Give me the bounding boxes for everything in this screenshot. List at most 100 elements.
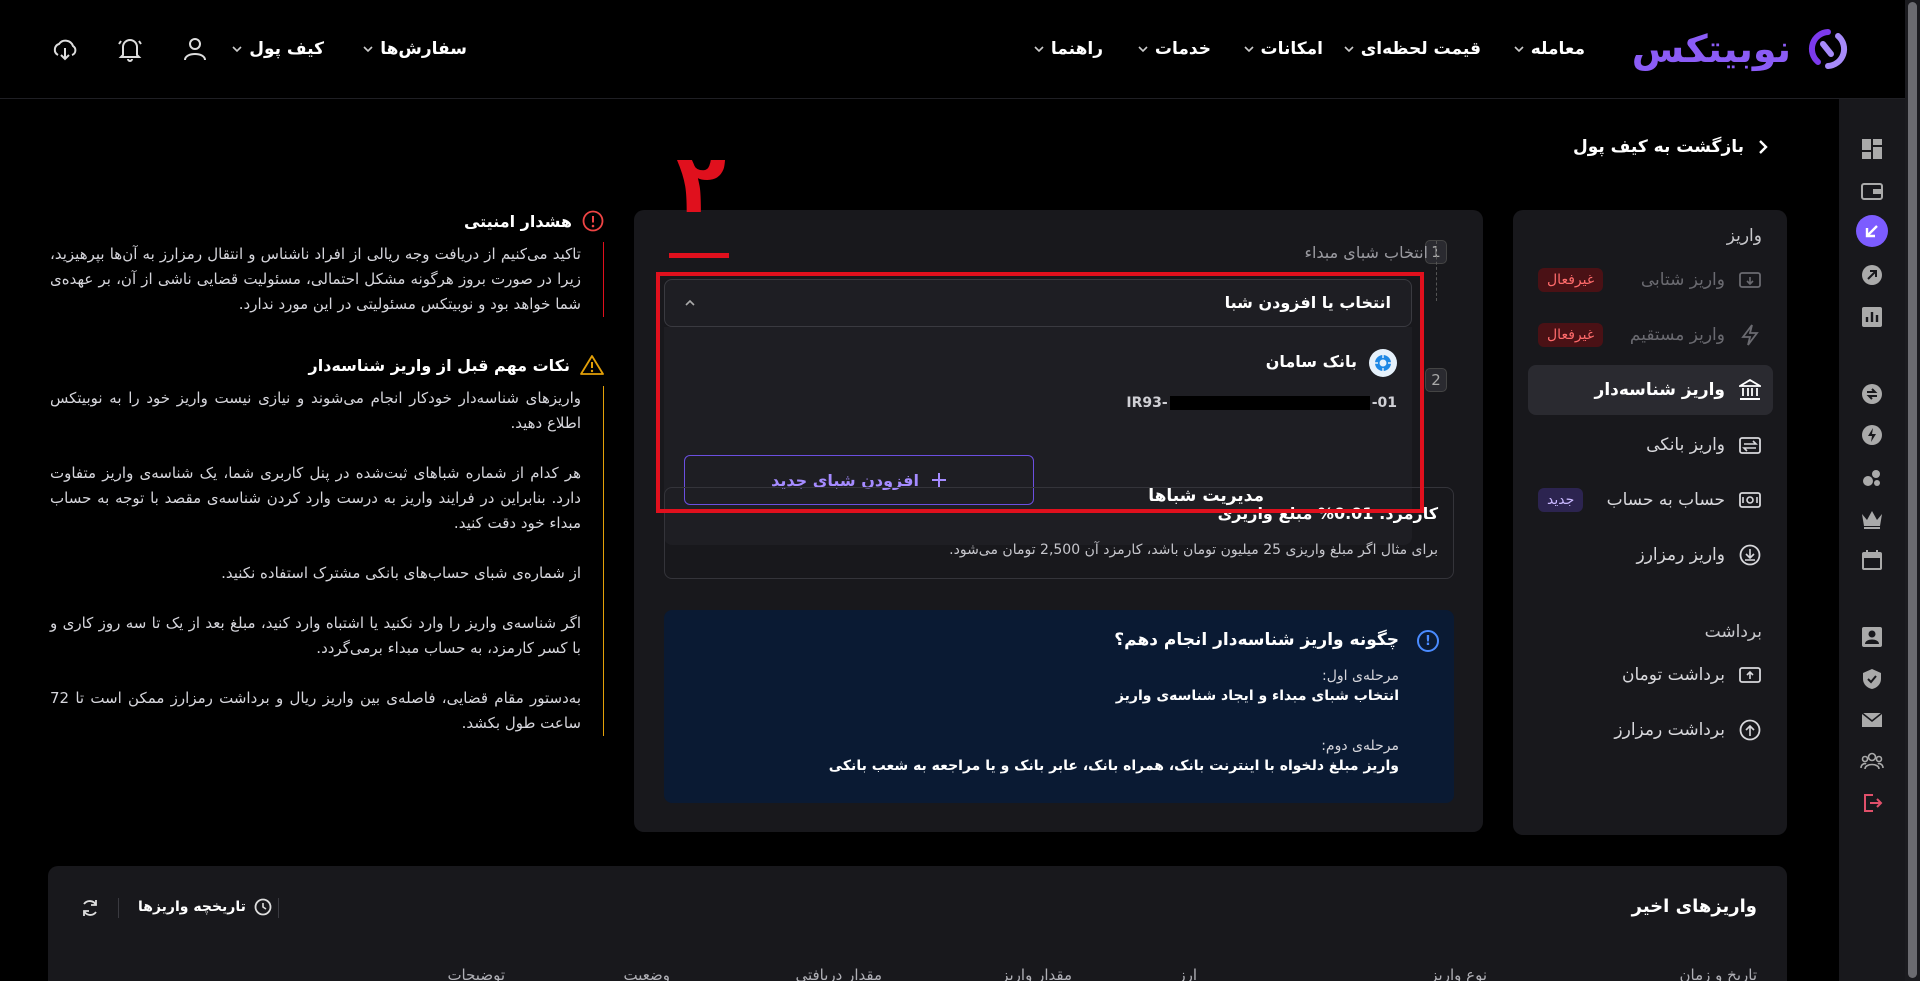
step-label: مرحله‌ی اول: [1322,668,1399,684]
step-label: مرحله‌ی دوم: [1321,738,1399,754]
warning-triangle-icon [580,355,604,375]
recent-deposits-panel: واریزهای اخیر تاریخچه واریزها تاریخ و زم… [48,866,1787,981]
logout-icon[interactable] [1857,788,1887,818]
logo-text: نوبیتکس [1631,27,1792,71]
how-step-2: مرحله‌ی دوم: واریز مبلغ دلخواه با اینترن… [829,738,1399,774]
step-title: انتخاب شبای مبداء [1304,243,1428,262]
coins-icon[interactable] [1857,462,1887,492]
fee-description: برای مثال اگر مبلغ واریزی 25 میلیون توما… [949,542,1438,558]
column-header-datetime: تاریخ و زمان [1679,966,1758,981]
back-label: بازگشت به کیف پول [1572,137,1744,157]
disabled-badge: غیرفعال [1538,268,1604,292]
menu-item-toman-withdraw[interactable]: برداشت تومان [1528,650,1773,700]
nav-label: قیمت لحظه‌ای [1360,39,1481,59]
menu-item-instant-deposit[interactable]: واریز شتابی غیرفعال [1528,255,1773,305]
lightning-icon [1737,322,1763,348]
chevron-down-icon [232,46,242,53]
nav-wallet[interactable]: کیف پول [231,36,324,62]
column-header-status: وضعیت [623,966,670,981]
column-header-amount: مقدار واریز [1001,966,1072,981]
upload-circle-icon [1737,717,1763,743]
download-app-icon[interactable] [50,34,80,64]
lightning-icon[interactable] [1857,420,1887,450]
nav-features[interactable]: امکانات [1243,36,1323,62]
menu-item-account-to-account[interactable]: حساب به حساب جدید [1528,475,1773,525]
calendar-icon[interactable] [1857,545,1887,575]
user-icon[interactable] [180,34,210,64]
scrollbar-thumb[interactable] [1908,2,1917,978]
menu-item-label: واریز مستقیم [1629,325,1725,345]
step-text: واریز مبلغ دلخواه با اینترنت بانک، همراه… [828,758,1399,774]
column-header-received: مقدار دریافتی [795,966,882,981]
nav-label: کیف پول [249,39,324,59]
security-text: تاکید می‌کنیم از دریافت وجه ریالی از افر… [50,245,581,313]
chevron-down-icon [363,46,373,53]
chevron-down-icon [1138,46,1148,53]
menu-item-label: حساب به حساب [1606,490,1725,510]
deposit-icon[interactable] [1856,215,1888,247]
menu-item-label: برداشت تومان [1621,665,1725,685]
card-upload-icon [1737,662,1763,688]
tip-paragraph: به‌دستور مقام قضایی، فاصله‌ی بین واریز ر… [50,689,581,732]
step-number: 2 [1425,368,1447,392]
menu-item-label: واریز رمزارز [1636,545,1726,565]
nav-orders[interactable]: سفارش‌ها [362,36,467,62]
refresh-icon[interactable] [80,898,100,918]
clock-icon [254,898,272,916]
chevron-down-icon [1344,46,1354,53]
shield-icon[interactable] [1857,664,1887,694]
bank-icon [1737,377,1763,403]
crown-icon[interactable] [1857,504,1887,534]
divider [118,898,119,918]
dashboard-icon[interactable] [1857,134,1887,164]
wallet-icon[interactable] [1857,176,1887,206]
annotation-number: ۲ [676,137,727,232]
chart-icon[interactable] [1857,302,1887,332]
nav-label: سفارش‌ها [380,39,467,59]
back-to-wallet-link[interactable]: بازگشت به کیف پول [1573,137,1770,157]
chevron-down-icon [1514,46,1524,53]
top-header: نوبیتکس معامله قیمت لحظه‌ای امکانات خدما… [0,0,1905,99]
cash-icon [1737,487,1763,513]
tip-paragraph: هر کدام از شماره شباهای ثبت‌شده در پنل ک… [50,464,581,532]
menu-item-label: واریز شناسه‌دار [1594,380,1725,400]
profile-card-icon[interactable] [1857,622,1887,652]
annotation-underline [669,253,729,258]
how-step-1: مرحله‌ی اول: انتخاب شبای مبداء و ایجاد ش… [1116,668,1399,704]
exchange-icon[interactable] [1857,379,1887,409]
referral-icon[interactable] [1857,746,1887,776]
divider [278,898,279,918]
mail-icon[interactable] [1857,705,1887,735]
tips-title: نکات مهم قبل از واریز شناسه‌دار [308,355,570,375]
bank-transfer-icon [1737,432,1763,458]
menu-item-direct-deposit[interactable]: واریز مستقیم غیرفعال [1528,310,1773,360]
security-warning: هشدار امنیتی تاکید می‌کنیم از دریافت وجه… [46,210,604,317]
recent-title: واریزهای اخیر [1631,896,1757,917]
nav-label: معامله [1530,39,1585,59]
page-scrollbar[interactable] [1905,0,1920,981]
security-title: هشدار امنیتی [463,211,572,231]
nav-trade[interactable]: معامله [1513,36,1585,62]
menu-item-id-deposit[interactable]: واریز شناسه‌دار [1528,365,1773,415]
download-circle-icon [1737,542,1763,568]
menu-item-label: واریز بانکی [1646,435,1725,455]
deposit-menu-panel: واریز واریز شتابی غیرفعال واریز مستقیم غ… [1513,210,1787,835]
chevron-down-icon [1243,46,1254,53]
card-arrow-icon [1737,267,1763,293]
nav-live-price[interactable]: قیمت لحظه‌ای [1343,36,1481,62]
deposit-history-button[interactable]: تاریخچه واریزها [138,898,272,916]
logo[interactable]: نوبیتکس [1632,22,1853,76]
step-text: انتخاب شبای مبداء و ایجاد شناسه‌ی واریز [1115,688,1399,704]
menu-item-bank-deposit[interactable]: واریز بانکی [1528,420,1773,470]
nav-guide[interactable]: راهنما [1033,36,1103,62]
security-header: هشدار امنیتی [46,210,604,232]
menu-item-label: برداشت رمزارز [1614,720,1725,740]
column-header-currency: ارز [1178,966,1197,981]
menu-item-crypto-deposit[interactable]: واریز رمزارز [1528,530,1773,580]
how-to-box: ! چگونه واریز شناسه‌دار انجام دهم؟ مرحله… [664,610,1454,803]
withdraw-icon[interactable] [1857,260,1887,290]
nav-services[interactable]: خدمات [1137,36,1211,62]
menu-item-crypto-withdraw[interactable]: برداشت رمزارز [1528,705,1773,755]
bell-icon[interactable] [115,34,145,64]
how-title: چگونه واریز شناسه‌دار انجام دهم؟ [1114,630,1399,650]
